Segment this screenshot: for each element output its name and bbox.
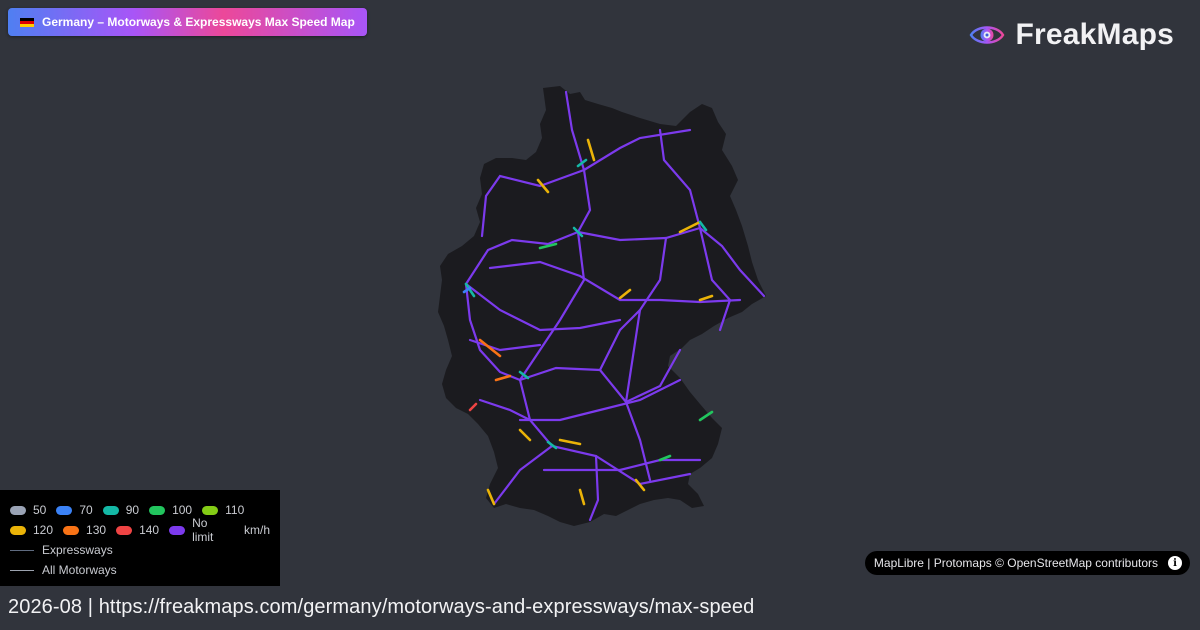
- footer-url: 2026-08 | https://freakmaps.com/germany/…: [8, 596, 755, 618]
- legend-item-130: 130: [63, 523, 106, 537]
- map-legend: 50 70 90 100 110 120 130 140 No limit km…: [0, 490, 280, 586]
- legend-item-140: 140: [116, 523, 159, 537]
- germany-flag-icon: [20, 17, 34, 27]
- map-title: Germany – Motorways & Expressways Max Sp…: [42, 15, 355, 29]
- legend-item-70: 70: [56, 503, 93, 517]
- legend-row-2: 120 130 140 No limit km/h: [10, 516, 270, 544]
- legend-item-no-limit: No limit: [169, 516, 232, 544]
- legend-item-120: 120: [10, 523, 53, 537]
- legend-unit: km/h: [243, 523, 270, 537]
- info-icon[interactable]: i: [1168, 556, 1182, 570]
- brand[interactable]: FreakMaps: [969, 16, 1174, 54]
- legend-item-110: 110: [202, 503, 244, 517]
- attribution-text: MapLibre | Protomaps © OpenStreetMap con…: [873, 556, 1158, 570]
- eye-logo-icon: [970, 26, 1005, 44]
- map-attribution: MapLibre | Protomaps © OpenStreetMap con…: [864, 551, 1190, 575]
- legend-line-all-motorways: All Motorways: [10, 560, 270, 580]
- legend-item-100: 100: [149, 503, 192, 517]
- brand-name: FreakMaps: [1015, 18, 1174, 51]
- map-title-chip[interactable]: Germany – Motorways & Expressways Max Sp…: [8, 8, 367, 36]
- legend-item-50: 50: [10, 503, 46, 517]
- legend-item-90: 90: [102, 503, 139, 517]
